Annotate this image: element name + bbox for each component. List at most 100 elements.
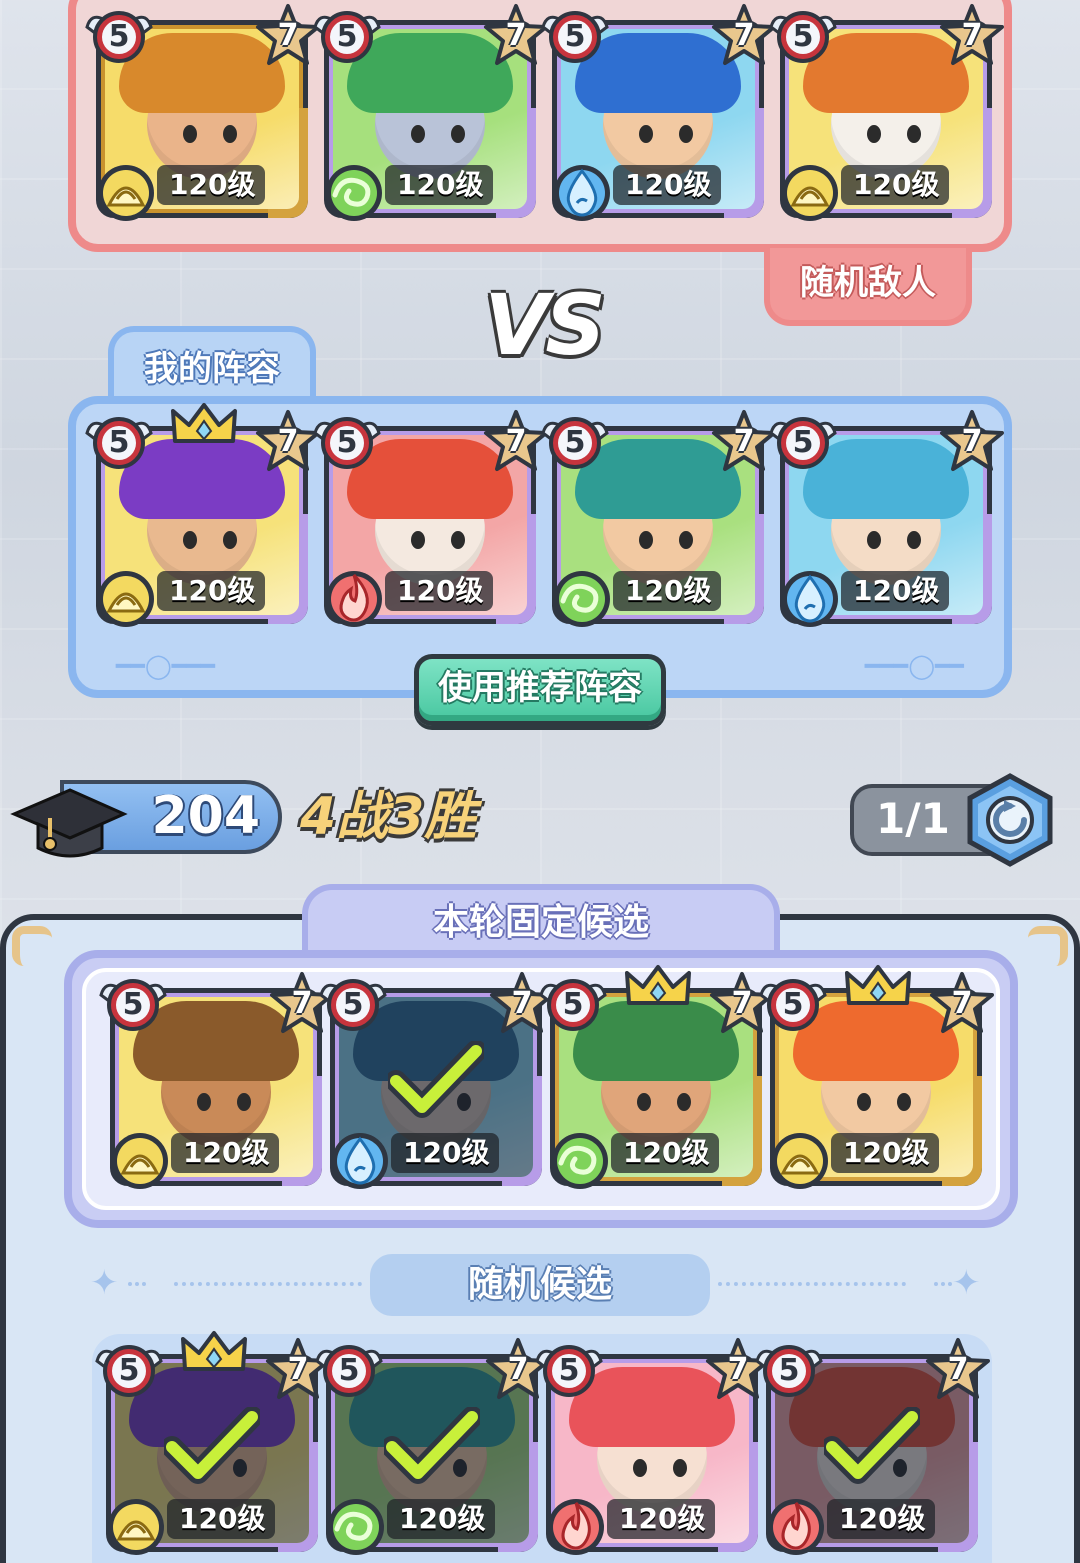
my-lineup-tag: 我的阵容	[108, 326, 316, 406]
stage-number: 5	[122, 987, 144, 1022]
stage-number: 5	[342, 987, 364, 1022]
star-count: 7	[961, 424, 983, 459]
earth-icon	[782, 165, 838, 221]
hero-eye	[673, 1459, 687, 1477]
decor-right: ━━━◯━━	[864, 652, 964, 680]
hero-eye	[637, 1093, 651, 1111]
check-icon	[164, 1407, 260, 1484]
stage-number: 5	[336, 425, 358, 460]
hero-card[interactable]: 5 7 120级	[541, 4, 776, 221]
wind-icon	[554, 571, 610, 627]
hero-eye	[857, 1093, 871, 1111]
stage-number: 5	[118, 1353, 140, 1388]
hero-card[interactable]: 5 7 120级	[759, 965, 994, 1189]
decor-left: ━━◯━━━	[116, 652, 216, 680]
divider	[128, 1282, 146, 1286]
hero-level: 120级	[611, 1133, 720, 1173]
hero-card[interactable]: 5 7 120级	[315, 1338, 550, 1555]
sparkle-icon: ✦	[90, 1263, 119, 1303]
hero-level: 120级	[613, 571, 722, 611]
hero-eye	[451, 531, 465, 549]
frame-corner	[12, 926, 52, 966]
hero-eye	[183, 125, 197, 143]
hero-eye	[907, 531, 921, 549]
earth-icon	[772, 1133, 828, 1189]
hero-card[interactable]: 5 7 120级	[539, 965, 774, 1189]
check-icon	[824, 1407, 920, 1484]
hero-card[interactable]: 5 7 120级	[95, 1331, 330, 1555]
crown-icon	[845, 965, 911, 1005]
hero-eye	[183, 531, 197, 549]
hero-card[interactable]: 5 7 120级	[535, 1338, 770, 1555]
frame-corner	[1028, 926, 1068, 966]
stage-number: 5	[108, 425, 130, 460]
use-recommended-lineup-button[interactable]: 使用推荐阵容	[414, 654, 666, 726]
hero-eye	[197, 1093, 211, 1111]
stage-number: 5	[782, 987, 804, 1022]
hero-eye	[223, 531, 237, 549]
earth-icon	[98, 165, 154, 221]
stage-number: 5	[558, 1353, 580, 1388]
hero-card[interactable]: 5 7 120级	[313, 410, 548, 627]
hero-level: 120级	[157, 165, 266, 205]
star-count: 7	[733, 424, 755, 459]
stage-number: 5	[792, 425, 814, 460]
hero-card[interactable]: 5 7 120级	[769, 410, 1004, 627]
stage-number: 5	[338, 1353, 360, 1388]
vs-label: VS	[484, 276, 606, 374]
wind-icon	[328, 1499, 384, 1555]
earth-icon	[98, 571, 154, 627]
hero-level: 120级	[841, 571, 950, 611]
battle-record: 4战3胜	[300, 787, 477, 847]
hero-level: 120级	[607, 1499, 716, 1539]
hero-eye	[639, 531, 653, 549]
stage-number: 5	[336, 19, 358, 54]
stage-number: 5	[564, 425, 586, 460]
hero-eye	[411, 125, 425, 143]
hero-card[interactable]: 5 7 120级	[319, 972, 554, 1189]
fixed-candidates-title: 本轮固定候选	[302, 884, 780, 954]
fire-icon	[548, 1499, 604, 1555]
divider	[718, 1282, 906, 1286]
star-count: 7	[961, 18, 983, 53]
stage-number: 5	[564, 19, 586, 54]
check-icon	[388, 1041, 484, 1118]
refresh-icon[interactable]	[964, 772, 1056, 868]
hero-level: 120级	[391, 1133, 500, 1173]
star-count: 7	[505, 424, 527, 459]
hero-card[interactable]: 5 7 120级	[313, 4, 548, 221]
sparkle-icon: ✦	[952, 1263, 981, 1303]
hero-card[interactable]: 5 7 120级	[99, 972, 334, 1189]
earth-icon	[108, 1499, 164, 1555]
score-value: 204	[151, 786, 260, 846]
hero-eye	[411, 531, 425, 549]
stage-number: 5	[562, 987, 584, 1022]
random-enemy-tag: 随机敌人	[764, 248, 972, 326]
enemy-lineup-panel: 5 7 120级 5 7 120级 5 7 120级 5 7 120级	[68, 0, 1012, 252]
hero-card[interactable]: 5 7 120级	[769, 4, 1004, 221]
hero-card[interactable]: 5 7 120级	[85, 403, 320, 627]
random-candidates-panel: 5 7 120级 5 7 120级 5 7 120级 5 7 120级	[92, 1331, 992, 1563]
hero-level: 120级	[613, 165, 722, 205]
star-count: 7	[951, 986, 973, 1021]
hero-level: 120级	[167, 1499, 276, 1539]
random-candidates-title: 随机候选	[370, 1254, 710, 1316]
hero-card[interactable]: 5 7 120级	[85, 4, 320, 221]
hero-level: 120级	[385, 165, 494, 205]
wind-icon	[326, 165, 382, 221]
hero-level: 120级	[385, 571, 494, 611]
hero-eye	[867, 125, 881, 143]
hero-eye	[867, 531, 881, 549]
hero-level: 120级	[827, 1499, 936, 1539]
star-count: 7	[277, 424, 299, 459]
water-icon	[332, 1133, 388, 1189]
stage-number: 5	[792, 19, 814, 54]
hero-eye	[639, 125, 653, 143]
hero-level: 120级	[387, 1499, 496, 1539]
hero-eye	[677, 1093, 691, 1111]
hero-card[interactable]: 5 7 120级	[541, 410, 776, 627]
water-icon	[782, 571, 838, 627]
hero-card[interactable]: 5 7 120级	[755, 1338, 990, 1555]
star-count: 7	[505, 18, 527, 53]
hero-level: 120级	[831, 1133, 940, 1173]
